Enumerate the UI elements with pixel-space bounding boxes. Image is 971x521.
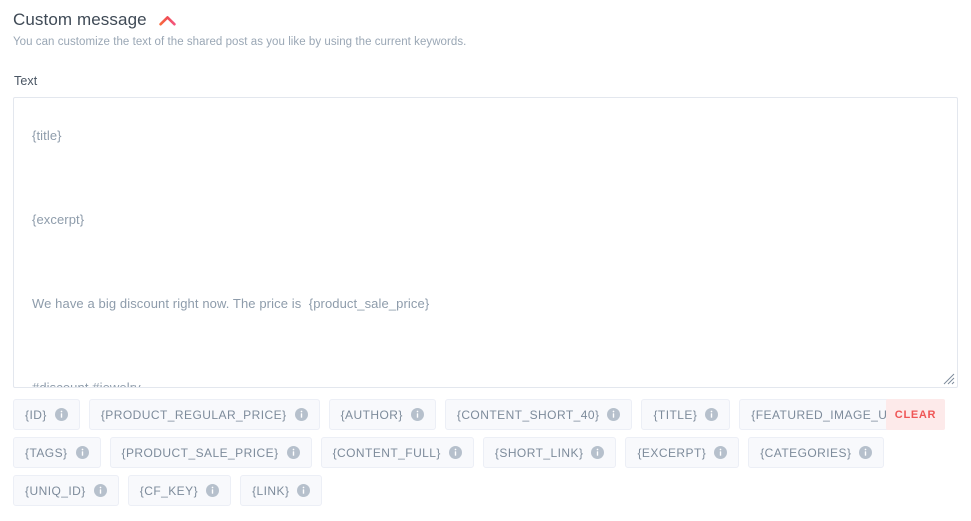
info-icon[interactable] xyxy=(297,484,311,497)
keyword-chip-label: {CATEGORIES} xyxy=(760,445,852,460)
keyword-chip-uniq-id[interactable]: {UNIQ_ID} xyxy=(13,475,119,506)
info-icon[interactable] xyxy=(54,408,68,421)
keyword-chip-label: {PRODUCT_REGULAR_PRICE} xyxy=(100,407,287,422)
clear-button[interactable]: CLEAR xyxy=(886,399,945,430)
keyword-chip-link[interactable]: {LINK} xyxy=(240,475,323,506)
keyword-chips-area: {ID} {PRODUCT_REGULAR_PRICE} {AUTHOR} {C… xyxy=(13,399,958,513)
keyword-chip-label: {EXCERPT} xyxy=(637,445,707,460)
keyword-chip-tags[interactable]: {TAGS} xyxy=(13,437,101,468)
custom-message-textarea[interactable] xyxy=(14,98,957,387)
keyword-chip-content-full[interactable]: {CONTENT_FULL} xyxy=(320,437,474,468)
keyword-chip-row: {UNIQ_ID} {CF_KEY} {LINK} xyxy=(13,475,873,506)
keyword-chip-label: {FEATURED_IMAGE_URL} xyxy=(751,407,909,422)
panel-header: Custom message xyxy=(0,0,971,28)
info-icon[interactable] xyxy=(206,484,220,497)
custom-message-panel: Custom message You can customize the tex… xyxy=(0,0,971,521)
keyword-chip-label: {SHORT_LINK} xyxy=(494,445,584,460)
info-icon[interactable] xyxy=(286,446,300,459)
keyword-chip-label: {TAGS} xyxy=(25,445,68,460)
keyword-chip-categories[interactable]: {CATEGORIES} xyxy=(748,437,885,468)
custom-message-textarea-wrapper[interactable] xyxy=(13,97,958,388)
keyword-chip-excerpt[interactable]: {EXCERPT} xyxy=(625,437,740,468)
keyword-chip-row: {TAGS} {PRODUCT_SALE_PRICE} {CONTENT_FUL… xyxy=(13,437,885,468)
keyword-chip-id[interactable]: {ID} xyxy=(13,399,80,430)
keyword-chip-label: {CF_KEY} xyxy=(139,483,199,498)
info-icon[interactable] xyxy=(607,408,621,421)
keyword-chip-label: {PRODUCT_SALE_PRICE} xyxy=(121,445,279,460)
info-icon[interactable] xyxy=(714,446,728,459)
keyword-chip-title[interactable]: {TITLE} xyxy=(641,399,731,430)
info-icon[interactable] xyxy=(705,408,719,421)
info-icon[interactable] xyxy=(859,446,873,459)
keyword-chip-label: {TITLE} xyxy=(653,407,698,422)
info-icon[interactable] xyxy=(93,484,107,497)
keyword-chips-rows: {ID} {PRODUCT_REGULAR_PRICE} {AUTHOR} {C… xyxy=(13,399,942,506)
chevron-up-icon[interactable] xyxy=(158,13,176,26)
keyword-chip-label: {ID} xyxy=(25,407,47,422)
keyword-chip-short-link[interactable]: {SHORT_LINK} xyxy=(482,437,617,468)
info-icon[interactable] xyxy=(591,446,605,459)
keyword-chip-row: {ID} {PRODUCT_REGULAR_PRICE} {AUTHOR} {C… xyxy=(13,399,942,430)
keyword-chip-label: {CONTENT_FULL} xyxy=(332,445,441,460)
keyword-chip-content-short-40[interactable]: {CONTENT_SHORT_40} xyxy=(444,399,633,430)
keyword-chip-author[interactable]: {AUTHOR} xyxy=(328,399,436,430)
keyword-chip-cf-key[interactable]: {CF_KEY} xyxy=(127,475,232,506)
keyword-chip-product-sale-price[interactable]: {PRODUCT_SALE_PRICE} xyxy=(109,437,312,468)
keyword-chip-label: {UNIQ_ID} xyxy=(25,483,86,498)
info-icon[interactable] xyxy=(448,446,462,459)
keyword-chip-label: {AUTHOR} xyxy=(340,407,403,422)
keyword-chip-product-regular-price[interactable]: {PRODUCT_REGULAR_PRICE} xyxy=(88,399,320,430)
keyword-chip-label: {CONTENT_SHORT_40} xyxy=(456,407,600,422)
info-icon[interactable] xyxy=(75,446,89,459)
info-icon[interactable] xyxy=(294,408,308,421)
info-icon[interactable] xyxy=(410,408,424,421)
keyword-chip-label: {LINK} xyxy=(252,483,290,498)
text-field-label: Text xyxy=(14,74,38,88)
page-title: Custom message xyxy=(13,10,147,29)
panel-subtitle: You can customize the text of the shared… xyxy=(13,36,467,48)
